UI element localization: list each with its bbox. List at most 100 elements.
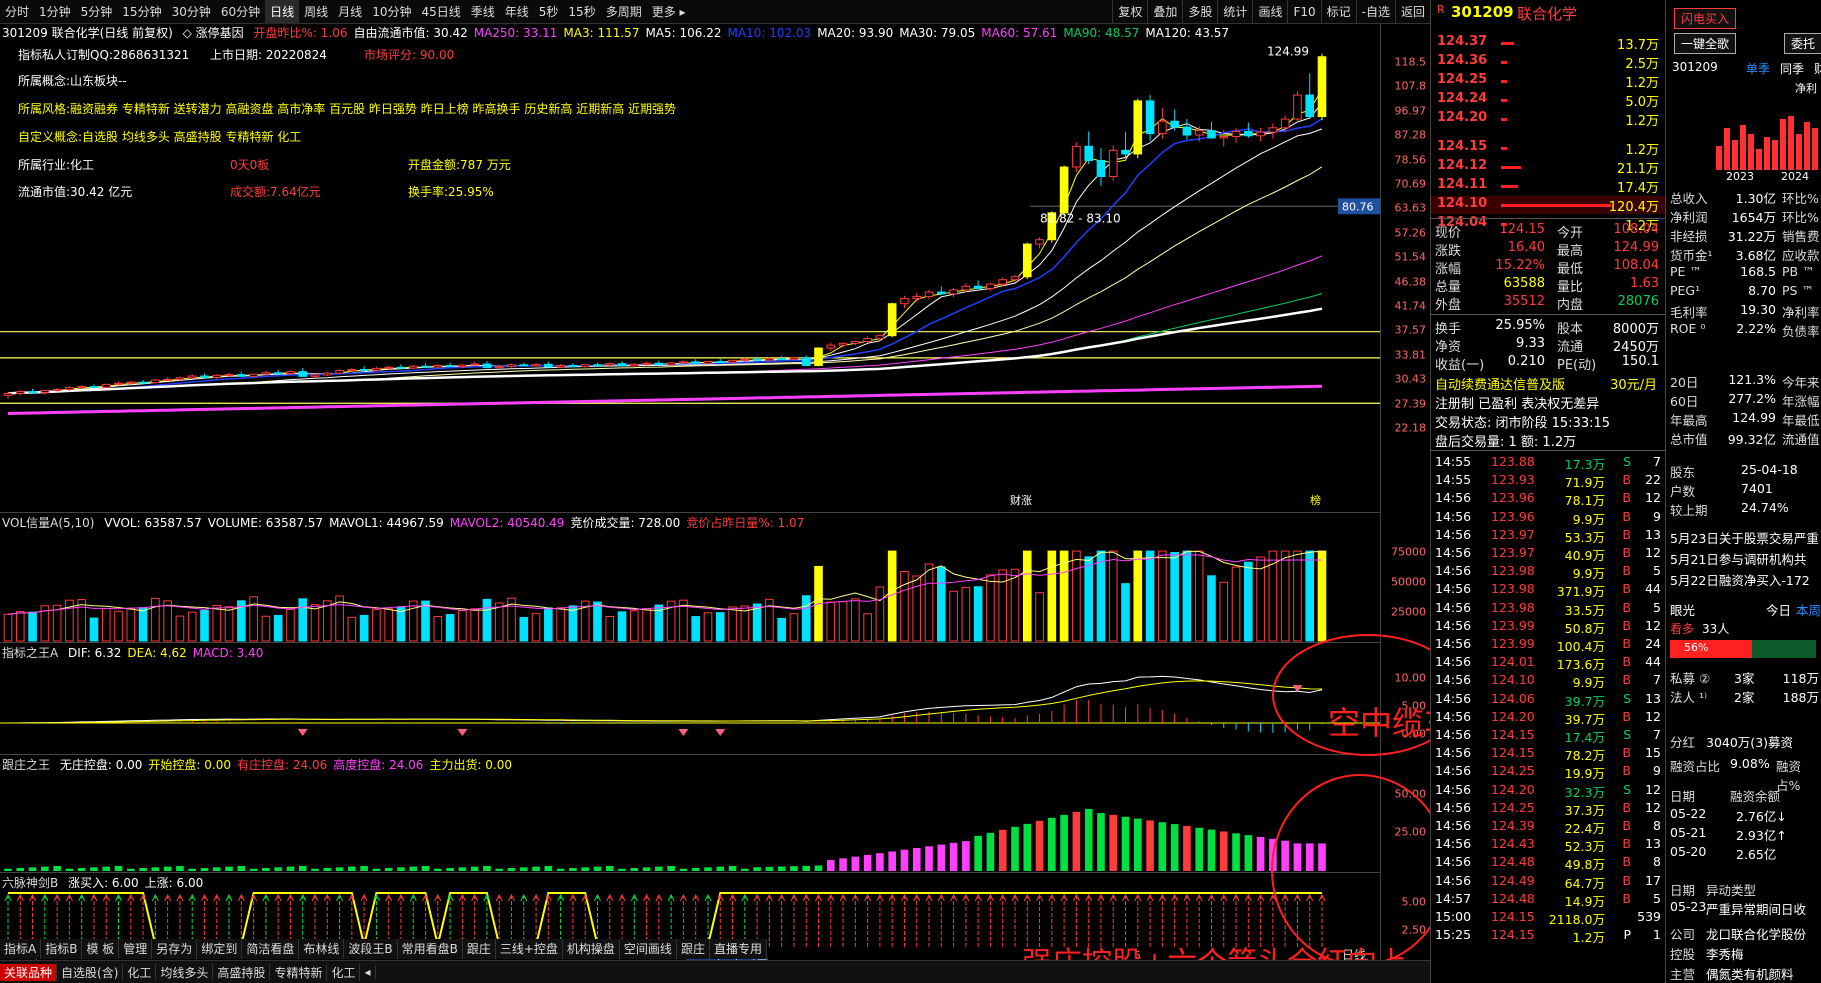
toolbar-item-10[interactable]: 45日线 — [416, 0, 465, 24]
fund-label: 私募 ② — [1670, 671, 1711, 686]
trading-terminal: 分时 1分钟 5分钟 15分钟 30分钟 60分钟 日线 周线 月线 10分钟 45日线 季线 年线 5秒… — [0, 0, 1821, 983]
toolbar-right-item-5[interactable]: F10 — [1287, 0, 1320, 24]
zhuang-bar — [1097, 813, 1105, 871]
indicator-tab-2[interactable]: 模 板 — [82, 939, 120, 959]
volume-panel[interactable]: VOL信量A(5,10) VVOL: 63587.57 VOLUME: 63587… — [0, 512, 1380, 642]
zhuang-bar — [1232, 833, 1240, 871]
toolbar-item-16[interactable]: 更多 ▸ — [647, 0, 691, 24]
zhuang-bar — [286, 866, 295, 871]
toolbar-right-item-6[interactable]: 标记 — [1320, 0, 1356, 24]
candle-body — [765, 358, 774, 361]
toolbar-item-6[interactable]: 日线 — [265, 0, 300, 24]
volume-bar — [77, 599, 86, 642]
toolbar-item-15[interactable]: 多周期 — [601, 0, 647, 24]
side-button-0[interactable]: 闪电买入 — [1674, 8, 1737, 29]
toolbar-right-item-3[interactable]: 统计 — [1217, 0, 1252, 24]
toolbar-right-item-2[interactable]: 多股 — [1182, 0, 1217, 24]
toolbar-item-2[interactable]: 5分钟 — [76, 0, 118, 24]
indicator-tab-14[interactable]: 跟庄 — [677, 939, 710, 959]
toolbar-item-3[interactable]: 15分钟 — [117, 0, 166, 24]
toolbar-item-12[interactable]: 年线 — [500, 0, 534, 24]
zhuang-bar — [851, 856, 860, 871]
indicator-tab-1[interactable]: 指标B — [41, 939, 83, 959]
side-button-1[interactable]: 一键全歌 — [1674, 33, 1737, 54]
tick-row: 14:55 123.88 17.3万 S 7 — [1431, 454, 1665, 472]
sector-tab-3[interactable]: 均线多头 — [156, 963, 214, 981]
indicator-tab-3[interactable]: 管理 — [119, 939, 153, 959]
side-button-2[interactable]: 委托 — [1784, 33, 1821, 54]
volume-bar — [1305, 550, 1315, 642]
zhuang-bar — [323, 868, 332, 871]
indicator-tab-13[interactable]: 空间画线 — [620, 939, 677, 959]
side-tab-2[interactable]: 财 — [1814, 60, 1821, 77]
tick-time: 14:56 — [1435, 672, 1472, 688]
toolbar-item-13[interactable]: 5秒 — [534, 0, 564, 24]
zhuang-panel[interactable]: 跟庄之王 无庄控盘: 0.00 开始控盘: 0.00 有庄控盘: 24.06 高度控盘… — [0, 754, 1380, 872]
news-item[interactable]: 5月21日参与调研机构共 — [1670, 549, 1820, 568]
news-item[interactable]: 5月22日融资净买入-172 — [1670, 570, 1820, 589]
side-tab-1[interactable]: 同季 — [1780, 60, 1804, 77]
toolbar-item-9[interactable]: 10分钟 — [367, 0, 416, 24]
toolbar-right-item-8[interactable]: 返回 — [1394, 0, 1430, 24]
tick-row: 14:56 124.25 19.9万 B 9 — [1431, 763, 1665, 781]
toolbar-item-11[interactable]: 季线 — [466, 0, 500, 24]
tick-time: 14:56 — [1435, 581, 1472, 597]
sector-tab-4[interactable]: 高盛持股 — [213, 963, 271, 981]
sector-tab-5[interactable]: 专精特新 — [270, 963, 328, 981]
zhuang-bar — [826, 860, 835, 871]
toolbar-item-4[interactable]: 30分钟 — [167, 0, 216, 24]
promo-row[interactable]: 自动续费通达信普及版 30元/月 — [1431, 374, 1665, 393]
toolbar-item-14[interactable]: 15秒 — [563, 0, 600, 24]
main-kline-chart[interactable]: 301209 联合化学(日线 前复权) ◇ 涨停基因 开盘昨比%: 1.06 自由… — [0, 24, 1380, 512]
ma30-line — [7, 166, 1323, 394]
indicator-tab-6[interactable]: 简洁看盘 — [242, 939, 300, 959]
macd-panel[interactable]: 指标之王A DIF: 6.32 DEA: 4.62 MACD: 3.40 — [0, 642, 1380, 754]
sector-tab-2[interactable]: 化工 — [123, 963, 157, 981]
toolbar-item-5[interactable]: 60分钟 — [216, 0, 265, 24]
toolbar-right-item-7[interactable]: -自选 — [1355, 0, 1395, 24]
candle-body — [986, 283, 995, 289]
side-tab-0[interactable]: 单季 — [1746, 60, 1770, 77]
sector-tab-6[interactable]: 化工 — [327, 963, 361, 981]
toolbar-item-8[interactable]: 月线 — [333, 0, 367, 24]
indicator-tab-7[interactable]: 布林线 — [299, 939, 345, 959]
indicator-tab-0[interactable]: 指标A — [0, 939, 42, 959]
toolbar-item-7[interactable]: 周线 — [299, 0, 333, 24]
indicator-tab-8[interactable]: 波段王B — [344, 939, 398, 959]
indicator-tab-15[interactable]: 直播专用 — [710, 939, 767, 959]
news-item[interactable]: 5月23日关于股票交易严重 — [1670, 528, 1820, 547]
candle-body — [814, 347, 823, 366]
volume-bar — [1207, 575, 1216, 642]
promo-text[interactable]: 自动续费通达信普及版 — [1435, 374, 1565, 393]
toolbar-right-item-4[interactable]: 画线 — [1252, 0, 1287, 24]
sector-tab-0[interactable]: 关联品种 — [0, 963, 58, 981]
stat-value: 15.22% — [1495, 258, 1545, 273]
zhuang-bar — [1244, 835, 1253, 871]
toolbar-right-item-1[interactable]: 叠加 — [1147, 0, 1182, 24]
indicator-tab-9[interactable]: 常用看盘B — [398, 939, 463, 959]
view-tab-0[interactable]: 今日 — [1766, 600, 1791, 619]
candle — [593, 362, 602, 367]
indicator-tab-11[interactable]: 三线+控盘 — [496, 939, 563, 959]
volume-bar — [494, 602, 504, 642]
promo-price[interactable]: 30元/月 — [1610, 374, 1657, 393]
view-tab-1[interactable]: 本周 — [1796, 600, 1821, 619]
bull-fill — [1670, 640, 1752, 658]
stat-label: 总量 — [1435, 280, 1462, 295]
toolbar-right-item-0[interactable]: 复权 — [1112, 0, 1147, 24]
tick-time: 14:56 — [1435, 763, 1472, 779]
tick-volume: 1.2万 — [1572, 930, 1605, 946]
toolbar-item-1[interactable]: 1分钟 — [34, 0, 76, 24]
sector-tab-1[interactable]: 自选股(含) — [57, 963, 124, 981]
tick-side: B — [1622, 708, 1631, 724]
toolbar-item-0[interactable]: 分时 — [0, 0, 34, 24]
candle — [163, 377, 172, 381]
profit-bar — [1772, 140, 1778, 170]
sector-tab-7[interactable]: ◂ — [360, 965, 376, 979]
indicator-tab-5[interactable]: 绑定到 — [197, 939, 243, 959]
indicator-tab-4[interactable]: 另存为 — [152, 939, 198, 959]
indicator-tab-12[interactable]: 机构操盘 — [563, 939, 620, 959]
indicator-tab-10[interactable]: 跟庄 — [463, 939, 496, 959]
sword-arrow — [986, 893, 994, 947]
stat-label: 内盘 — [1557, 298, 1584, 313]
